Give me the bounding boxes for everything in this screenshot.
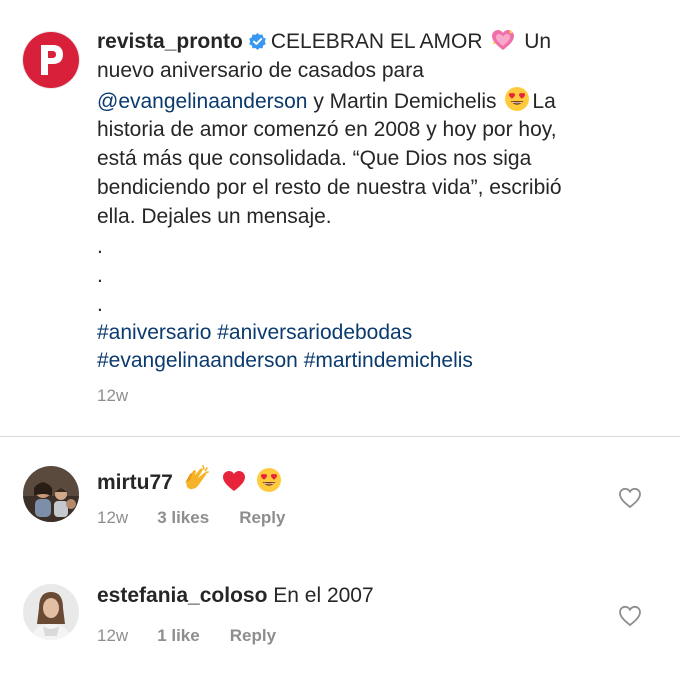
post-timestamp: 12w [97, 386, 129, 405]
caption-dot: . [97, 292, 103, 316]
comment-text: estefania_coloso En el 2007 [97, 582, 374, 610]
comment-item: mirtu77 12w 3 likes Reply [0, 462, 680, 552]
sparkling-heart-emoji [492, 30, 515, 50]
divider [0, 436, 680, 437]
likes-count[interactable]: 3 likes [157, 508, 209, 528]
comment-meta: 12w 3 likes Reply [97, 508, 285, 528]
comment-item: estefania_coloso En el 2007 12w 1 like R… [0, 580, 680, 670]
heart-eyes-emoji [257, 468, 282, 492]
comment-meta: 12w 1 like Reply [97, 626, 276, 646]
caption-line1b: Un [524, 30, 552, 53]
comment-body: En el 2007 [273, 584, 374, 607]
clapping-hands-emoji [184, 465, 209, 490]
caption-line1: CELEBRAN EL AMOR [270, 30, 483, 53]
caption-line5: está más que consolidada. “Que Dios nos … [97, 147, 532, 171]
like-heart-icon[interactable] [618, 487, 642, 509]
pronto-logo-icon [41, 45, 63, 75]
caption-line2: nuevo aniversario de casados para [97, 58, 424, 82]
caption-line3c: La [532, 89, 556, 113]
caption-line6: bendiciendo por el resto de nuestra vida… [97, 175, 562, 199]
comment-username[interactable]: estefania_coloso [97, 584, 267, 607]
likes-count[interactable]: 1 like [157, 626, 200, 646]
mirtu77-avatar-photo [23, 466, 79, 522]
avatar[interactable] [23, 584, 79, 640]
caption-line4: historia de amor comenzó en 2008 y hoy p… [97, 118, 557, 142]
comment-timestamp: 12w [97, 626, 129, 645]
caption-dot: . [97, 263, 103, 287]
mention-link[interactable]: @evangelinaanderson [97, 90, 307, 113]
like-heart-icon[interactable] [618, 605, 642, 627]
avatar[interactable] [23, 466, 79, 522]
comment-text: mirtu77 [97, 465, 284, 497]
hashtag-link[interactable]: #aniversariodebodas [217, 321, 412, 344]
caption-line3b: y Martin Demichelis [313, 89, 497, 113]
reply-button[interactable]: Reply [239, 508, 285, 528]
comment-username[interactable]: mirtu77 [97, 471, 173, 494]
red-heart-emoji [222, 471, 245, 491]
hashtag-link[interactable]: #evangelinaanderson [97, 349, 298, 372]
verified-badge-icon [249, 32, 266, 50]
post-username[interactable]: revista_pronto [97, 30, 243, 53]
post-caption: revista_pronto CELEBRAN EL AMOR Un nuevo … [0, 0, 680, 437]
hashtag-link[interactable]: #aniversario [97, 321, 211, 344]
comment-timestamp: 12w [97, 508, 129, 527]
revista-pronto-avatar[interactable] [23, 32, 79, 88]
caption-text: revista_pronto CELEBRAN EL AMOR Un nuevo … [97, 28, 657, 376]
estefania-avatar-photo [23, 584, 79, 640]
heart-eyes-emoji [505, 86, 530, 111]
hashtag-link[interactable]: #martindemichelis [304, 349, 473, 372]
reply-button[interactable]: Reply [230, 626, 276, 646]
caption-dot: . [97, 234, 103, 258]
caption-line7: ella. Dejales un mensaje. [97, 204, 332, 228]
